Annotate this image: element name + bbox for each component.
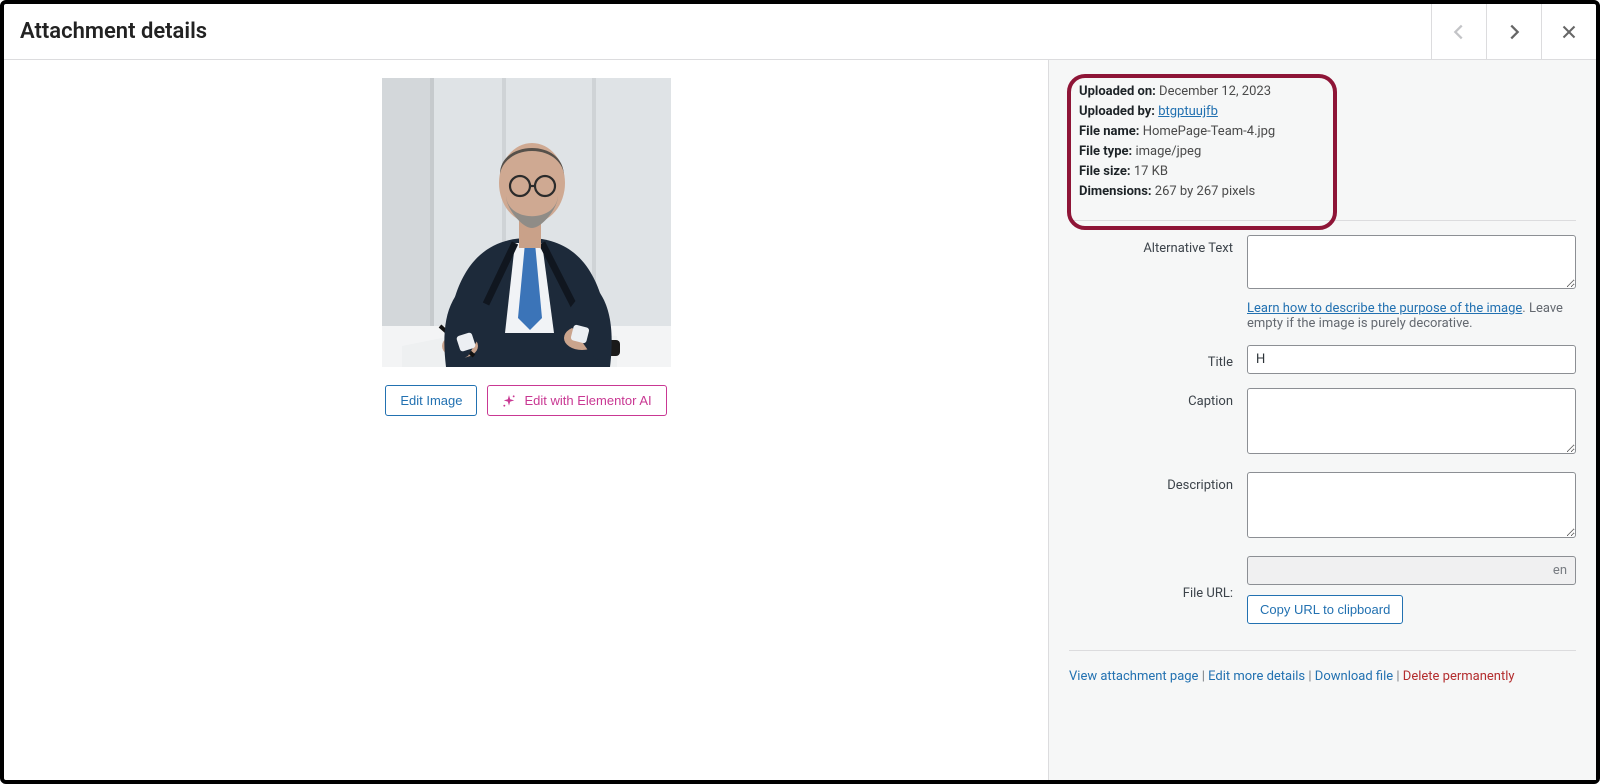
attachment-sidebar: Uploaded on: December 12, 2023 Uploaded … bbox=[1048, 60, 1596, 780]
modal-title: Attachment details bbox=[4, 19, 207, 44]
chevron-right-icon bbox=[1503, 21, 1525, 43]
modal-header: Attachment details bbox=[4, 4, 1596, 60]
file-url-input[interactable] bbox=[1247, 556, 1576, 585]
copy-url-button[interactable]: Copy URL to clipboard bbox=[1247, 595, 1403, 624]
file-url-label: File URL: bbox=[1069, 580, 1247, 601]
description-label: Description bbox=[1069, 472, 1247, 493]
description-input[interactable] bbox=[1247, 472, 1576, 538]
attachment-form: Alternative Text Learn how to describe t… bbox=[1049, 235, 1576, 624]
caption-label: Caption bbox=[1069, 388, 1247, 409]
title-input[interactable] bbox=[1247, 345, 1576, 374]
alt-text-input[interactable] bbox=[1247, 235, 1576, 289]
sparkle-icon bbox=[502, 394, 516, 408]
alt-text-help-link[interactable]: Learn how to describe the purpose of the… bbox=[1247, 301, 1522, 316]
edit-image-button[interactable]: Edit Image bbox=[385, 385, 477, 416]
edit-buttons-row: Edit Image Edit with Elementor AI bbox=[385, 385, 666, 416]
uploader-link[interactable]: btgptuujfb bbox=[1158, 104, 1218, 119]
file-url-row: File URL: Copy URL to clipboard bbox=[1069, 556, 1576, 624]
attachment-details-modal: Attachment details bbox=[0, 0, 1600, 784]
prev-button[interactable] bbox=[1431, 4, 1486, 59]
edit-more-details-link[interactable]: Edit more details bbox=[1208, 669, 1305, 684]
delete-permanently-link[interactable]: Delete permanently bbox=[1403, 669, 1515, 684]
title-row: Title bbox=[1069, 345, 1576, 374]
attachment-image-preview bbox=[382, 78, 671, 367]
attachment-meta: Uploaded on: December 12, 2023 Uploaded … bbox=[1069, 76, 1576, 212]
edit-elementor-label: Edit with Elementor AI bbox=[524, 393, 651, 408]
caption-input[interactable] bbox=[1247, 388, 1576, 454]
close-icon bbox=[1558, 21, 1580, 43]
alt-text-row: Alternative Text Learn how to describe t… bbox=[1069, 235, 1576, 331]
description-row: Description bbox=[1069, 472, 1576, 542]
next-button[interactable] bbox=[1486, 4, 1541, 59]
header-nav bbox=[1431, 4, 1596, 59]
divider bbox=[1069, 220, 1576, 221]
attachment-action-links: View attachment page | Edit more details… bbox=[1069, 650, 1576, 684]
close-button[interactable] bbox=[1541, 4, 1596, 59]
person-illustration bbox=[382, 78, 671, 367]
alt-text-label: Alternative Text bbox=[1069, 235, 1247, 256]
media-preview-pane: Edit Image Edit with Elementor AI bbox=[4, 60, 1048, 780]
chevron-left-icon bbox=[1448, 21, 1470, 43]
edit-elementor-ai-button[interactable]: Edit with Elementor AI bbox=[487, 385, 666, 416]
title-label: Title bbox=[1069, 349, 1247, 370]
caption-row: Caption bbox=[1069, 388, 1576, 458]
modal-body: Edit Image Edit with Elementor AI Upload… bbox=[4, 60, 1596, 780]
download-file-link[interactable]: Download file bbox=[1315, 669, 1393, 684]
view-attachment-page-link[interactable]: View attachment page bbox=[1069, 669, 1198, 684]
alt-text-helper: Learn how to describe the purpose of the… bbox=[1247, 301, 1576, 331]
